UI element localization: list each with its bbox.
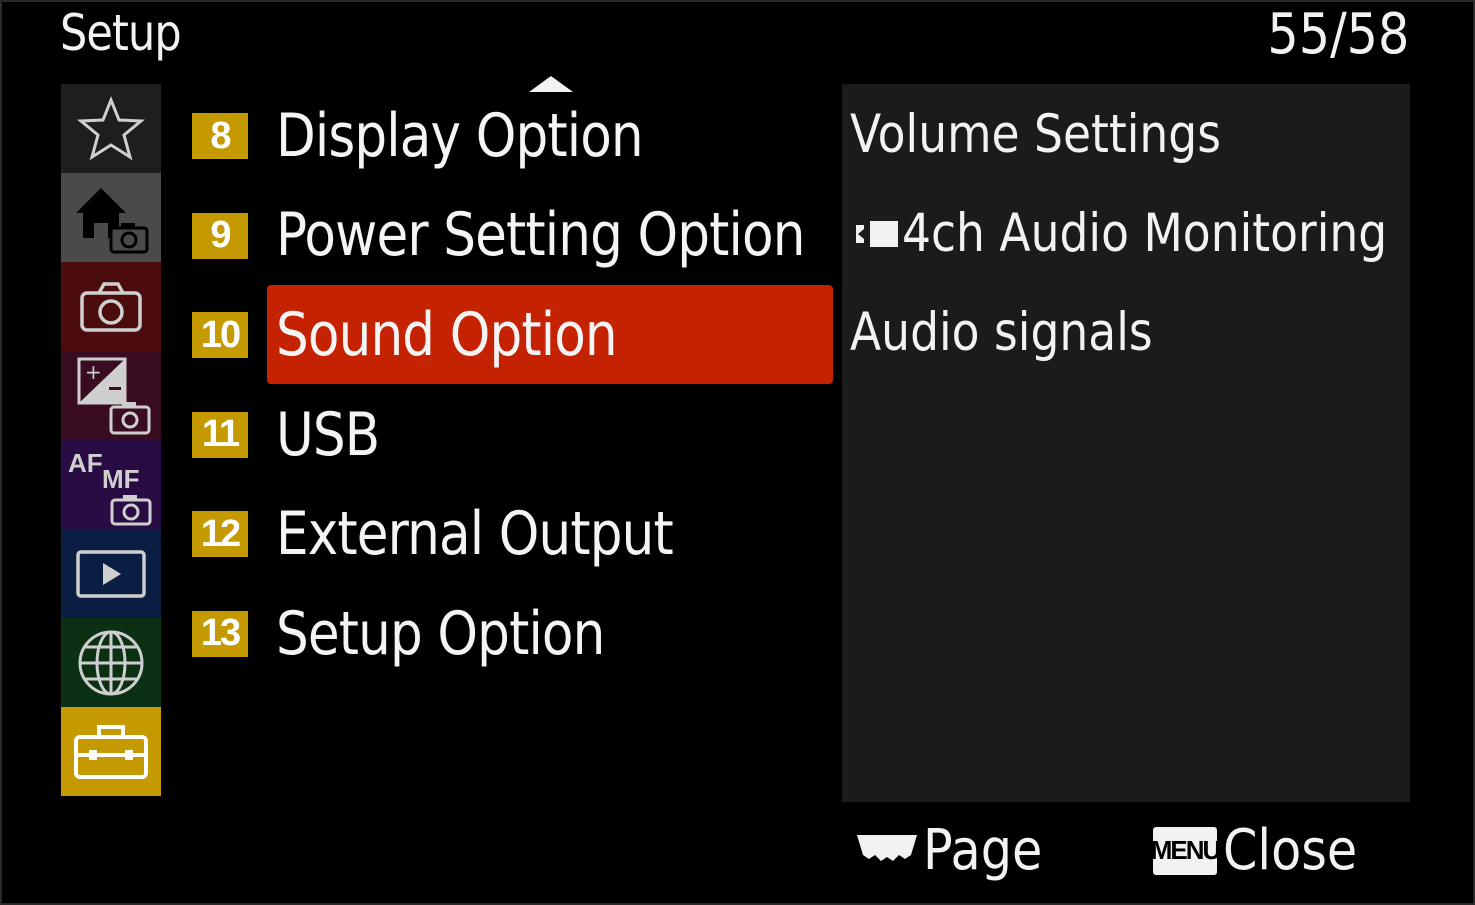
sidebar-item-playback[interactable]: [61, 529, 161, 618]
movie-icon: [856, 220, 898, 247]
page-hint-label: Page: [923, 818, 1043, 883]
menu-item-number: 9: [192, 212, 248, 259]
menu-item-label: USB: [276, 399, 380, 470]
play-icon: [76, 549, 146, 598]
menu-item-number: 12: [192, 511, 248, 558]
menu-key-icon: MENU: [1151, 826, 1221, 875]
page-title: Setup: [60, 4, 182, 62]
submenu-item-volume-settings[interactable]: Volume Settings: [850, 104, 1281, 165]
category-sidebar: + AF MF: [61, 84, 161, 796]
menu-item-power-setting-option[interactable]: 9 Power Setting Option: [192, 186, 833, 286]
sidebar-item-network[interactable]: [61, 618, 161, 707]
menu-item-sound-option[interactable]: 10 Sound Option: [192, 285, 833, 385]
svg-text:+: +: [85, 360, 102, 384]
close-hint-label: Close: [1223, 818, 1358, 883]
menu-item-usb[interactable]: 11 USB: [192, 385, 833, 485]
submenu-preview-panel: Volume Settings 4ch Audio Monitoring Aud…: [842, 84, 1410, 802]
menu-item-number: 10: [192, 312, 248, 359]
menu-item-label: Sound Option: [276, 299, 618, 370]
camera-icon: [80, 281, 142, 332]
menu-item-external-output[interactable]: 12 External Output: [192, 484, 833, 584]
menu-item-label: Setup Option: [276, 598, 605, 669]
menu-item-label: Display Option: [276, 100, 644, 171]
close-hint[interactable]: MENU Close: [1151, 818, 1376, 883]
submenu-item-label: 4ch Audio Monitoring: [902, 203, 1388, 264]
sidebar-item-focus[interactable]: AF MF: [61, 440, 161, 529]
toolbox-icon: [74, 724, 148, 779]
star-icon: [77, 95, 145, 160]
sidebar-item-main[interactable]: [61, 173, 161, 262]
page-counter: 55/58: [1266, 2, 1409, 67]
af-mf-camera-icon: AF MF: [68, 448, 152, 525]
sidebar-item-setup[interactable]: [61, 707, 161, 796]
menu-item-display-option[interactable]: 8 Display Option: [192, 86, 833, 186]
submenu-item-4ch-audio-monitoring[interactable]: 4ch Audio Monitoring: [850, 203, 1466, 264]
submenu-item-audio-signals[interactable]: Audio signals: [850, 302, 1202, 363]
sidebar-item-exposure[interactable]: +: [61, 351, 161, 440]
menu-item-setup-option[interactable]: 13 Setup Option: [192, 584, 833, 684]
menu-item-number: 8: [192, 113, 248, 159]
mf-label: MF: [102, 464, 140, 494]
page-hint[interactable]: Page: [855, 818, 1059, 883]
menu-item-number: 11: [192, 411, 248, 458]
globe-icon: [78, 630, 144, 695]
submenu-item-label: Audio signals: [850, 302, 1153, 363]
control-wheel-icon: [857, 834, 917, 861]
menu-item-label: Power Setting Option: [276, 200, 805, 271]
exposure-camera-icon: +: [77, 357, 151, 434]
menu-list: 8 Display Option 9 Power Setting Option …: [192, 86, 833, 684]
menu-item-number: 13: [192, 610, 248, 657]
submenu-item-label: Volume Settings: [850, 104, 1221, 165]
sidebar-item-shooting[interactable]: [61, 262, 161, 351]
home-camera-icon: [76, 187, 149, 253]
af-label: AF: [68, 448, 103, 478]
sidebar-item-favorites[interactable]: [61, 84, 161, 173]
menu-item-label: External Output: [276, 499, 674, 570]
